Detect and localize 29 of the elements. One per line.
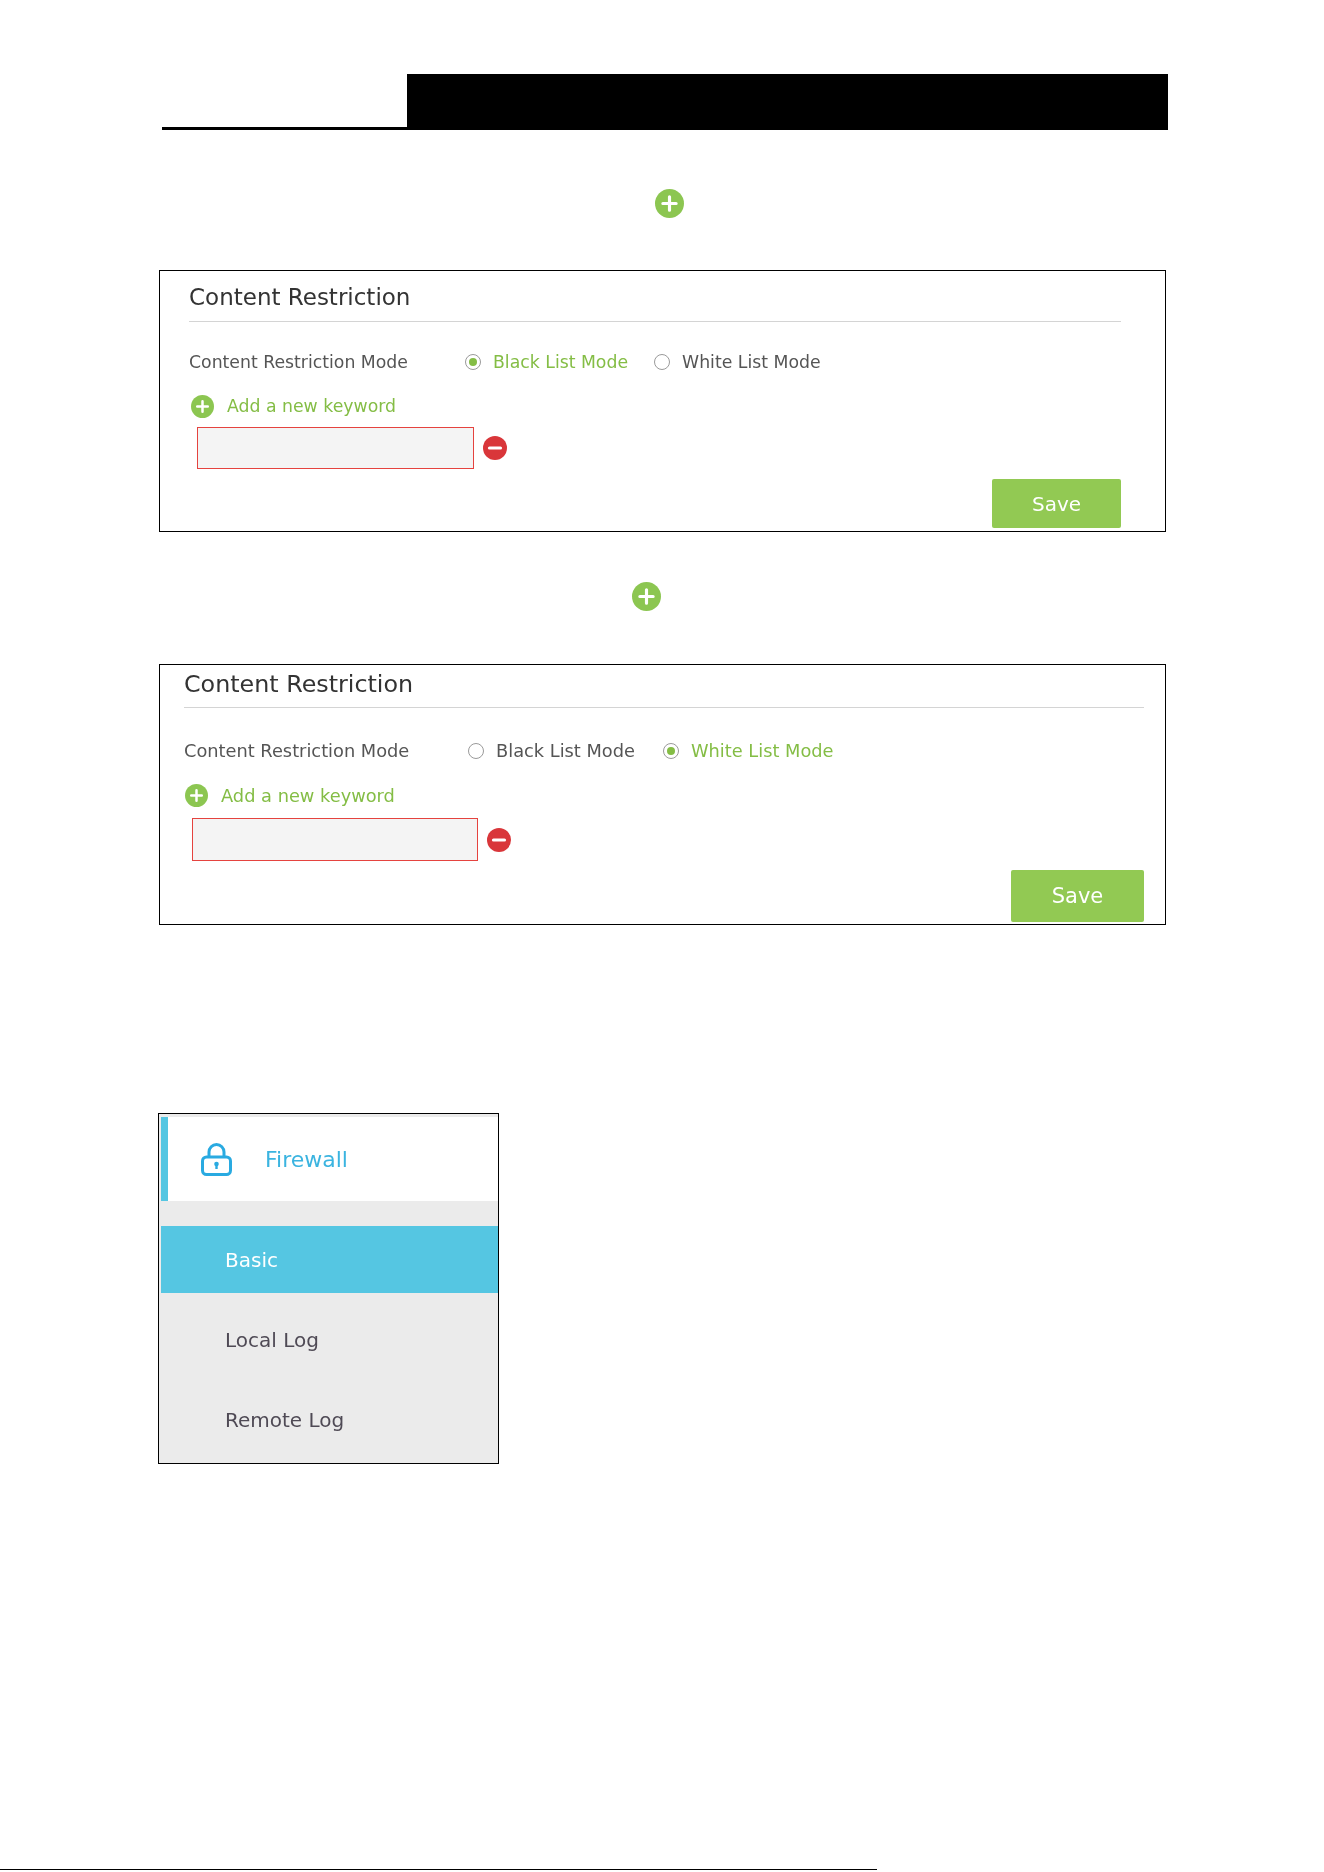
minus-circle-icon[interactable] <box>487 827 511 852</box>
save-button[interactable]: Save <box>1011 870 1144 922</box>
radio-button[interactable] <box>662 743 679 759</box>
panel-title: Content Restriction <box>184 670 414 698</box>
plus-circle-icon <box>655 189 684 218</box>
add-keyword-link[interactable]: Add a new keyword <box>189 394 396 418</box>
radio-label[interactable]: White List Mode <box>682 350 821 374</box>
radio-label[interactable]: Black List Mode <box>496 739 635 763</box>
keyword-input[interactable] <box>192 818 478 861</box>
minus-circle-icon[interactable] <box>483 436 507 460</box>
field-label: Content Restriction Mode <box>184 739 411 763</box>
save-button[interactable]: Save <box>992 479 1121 528</box>
field-label: Content Restriction Mode <box>189 351 409 374</box>
radio-label[interactable]: Black List Mode <box>493 350 629 374</box>
padlock-icon <box>201 1142 232 1176</box>
radio-label[interactable]: White List Mode <box>690 739 834 763</box>
plus-circle-icon <box>191 394 214 418</box>
menu-item[interactable]: Local Log <box>161 1306 498 1373</box>
menu-section-header[interactable]: Firewall <box>161 1117 498 1201</box>
plus-circle-icon <box>185 783 208 807</box>
add-keyword-link[interactable]: Add a new keyword <box>184 783 395 807</box>
radio-button[interactable] <box>468 743 484 759</box>
radio-button[interactable] <box>654 354 671 370</box>
radio-button[interactable] <box>465 354 481 370</box>
menu-item[interactable]: Basic <box>161 1226 498 1293</box>
panel-title: Content Restriction <box>189 283 411 311</box>
plus-circle-icon <box>632 582 661 611</box>
keyword-input[interactable] <box>197 427 474 469</box>
menu-item[interactable]: Remote Log <box>161 1386 498 1453</box>
